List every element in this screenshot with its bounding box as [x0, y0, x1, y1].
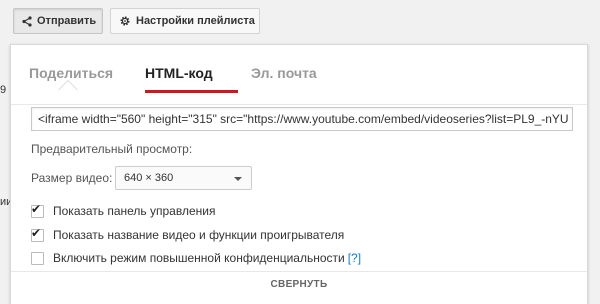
playlist-settings-label: Настройки плейлиста: [136, 15, 255, 27]
share-panel: Поделиться HTML-код Эл. почта <iframe wi…: [10, 44, 588, 304]
option-show-title[interactable]: ✔ Показать название видео и функции прои…: [31, 225, 345, 242]
video-size-select[interactable]: 640 × 360: [115, 166, 252, 190]
background-text-fragment: 9: [0, 84, 7, 96]
option-label: Показать название видео и функции проигр…: [53, 228, 345, 242]
option-privacy-mode[interactable]: Включить режим повышенной конфиденциальн…: [31, 251, 361, 265]
option-label: Показать панель управления: [53, 204, 216, 218]
preview-label: Предварительный просмотр:: [31, 142, 193, 156]
checkmark-icon: ✔: [31, 225, 42, 240]
video-size-value: 640 × 360: [124, 172, 174, 184]
toolbar: Отправить Настройки плейлиста: [0, 0, 600, 44]
collapse-button[interactable]: СВЕРНУТЬ: [11, 279, 587, 290]
option-show-controls[interactable]: ✔ Показать панель управления: [31, 201, 216, 218]
checkbox-show-controls[interactable]: ✔: [31, 201, 44, 218]
option-label: Включить режим повышенной конфиденциальн…: [53, 251, 345, 265]
background-text-fragment: ии: [0, 196, 10, 208]
playlist-settings-button[interactable]: Настройки плейлиста: [110, 8, 260, 34]
active-tab-underline: [145, 90, 238, 93]
checkbox-privacy-mode[interactable]: [31, 251, 44, 265]
help-link[interactable]: [?]: [348, 251, 361, 265]
checkmark-icon: ✔: [31, 201, 42, 216]
collapse-divider: [11, 271, 587, 272]
tab-html-code[interactable]: HTML-код: [145, 65, 213, 81]
share-button-label: Отправить: [37, 15, 97, 27]
share-icon: [22, 15, 32, 27]
tabs-divider: [11, 104, 587, 105]
chevron-down-icon: [234, 177, 242, 181]
panel-caret-fill: [59, 81, 77, 90]
video-size-label: Размер видео:: [31, 171, 113, 185]
embed-code-field[interactable]: <iframe width="560" height="315" src="ht…: [31, 107, 573, 131]
tab-email[interactable]: Эл. почта: [251, 65, 317, 81]
checkbox-show-title[interactable]: ✔: [31, 225, 44, 242]
tab-share[interactable]: Поделиться: [29, 65, 113, 81]
gear-icon: [119, 15, 131, 27]
share-button[interactable]: Отправить: [13, 8, 103, 34]
